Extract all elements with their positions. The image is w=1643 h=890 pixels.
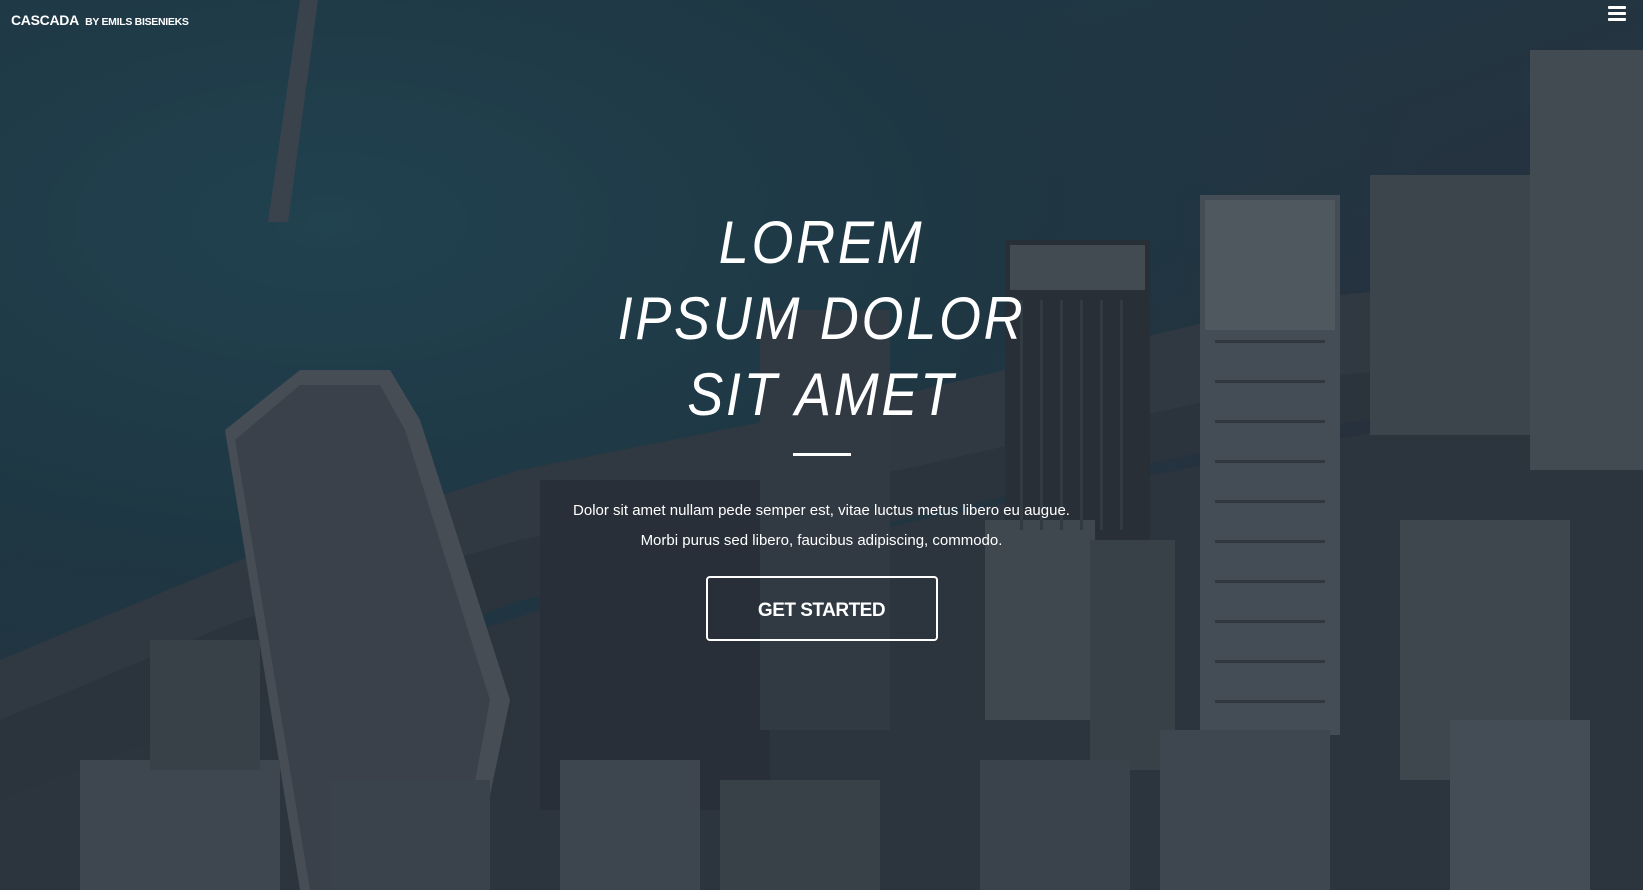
subtext-line: Morbi purus sed libero, faucibus adipisc… [640,532,1003,549]
subtext-line: Dolor sit amet nullam pede semper est, v… [573,502,1070,519]
hero-section: CASCADA BY EMILS BISENIEKS LOREM IPSUM D… [0,0,1643,890]
hero-subtext: Dolor sit amet nullam pede semper est, v… [0,496,1643,556]
headline-line: IPSUM DOLOR [617,285,1026,352]
brand-name: CASCADA [11,12,79,28]
headline-line: SIT AMET [687,361,956,428]
hamburger-menu-icon[interactable] [1608,6,1626,22]
hero-content: LOREM IPSUM DOLOR SIT AMET Dolor sit ame… [0,205,1643,641]
brand-author: BY EMILS BISENIEKS [85,16,189,28]
hero-headline: LOREM IPSUM DOLOR SIT AMET [82,205,1561,433]
headline-divider [792,453,851,456]
headline-line: LOREM [718,209,925,276]
brand-logo[interactable]: CASCADA BY EMILS BISENIEKS [11,12,189,30]
get-started-button[interactable]: GET STARTED [705,576,938,641]
